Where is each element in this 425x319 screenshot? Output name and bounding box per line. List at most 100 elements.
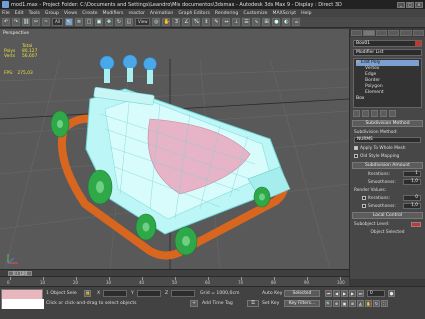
show-end-result-icon[interactable] xyxy=(362,110,369,117)
menu-animation[interactable]: Animation xyxy=(150,11,173,16)
maximize-button[interactable]: □ xyxy=(406,1,414,8)
menu-group[interactable]: Group xyxy=(45,11,59,16)
rollout-subdivision-amount[interactable]: Subdivision Amount xyxy=(352,162,423,169)
goto-end-icon[interactable]: ⏭ xyxy=(357,290,364,297)
reference-coordinate-dropdown[interactable]: View xyxy=(134,18,151,26)
play-icon[interactable]: ▶ xyxy=(341,290,348,297)
previous-frame-icon[interactable]: ◀ xyxy=(333,290,340,297)
create-tab[interactable] xyxy=(351,30,363,36)
rectangular-selection-icon[interactable]: □ xyxy=(84,18,93,26)
rollout-local-control[interactable]: Local Control xyxy=(352,212,423,219)
time-slider[interactable]: 0 / 100 xyxy=(0,269,349,276)
pivot-icon[interactable]: ◎ xyxy=(152,18,161,26)
maxscript-mini-listener[interactable] xyxy=(1,289,44,309)
x-coordinate-field[interactable] xyxy=(103,290,127,297)
render-smoothness-checkbox[interactable] xyxy=(362,204,366,208)
window-crossing-icon[interactable]: ▣ xyxy=(94,18,103,26)
percent-snap-icon[interactable]: % xyxy=(192,18,201,26)
object-name-field[interactable]: Box01 xyxy=(353,40,422,47)
modify-tab[interactable] xyxy=(363,30,375,36)
time-tag-icon[interactable]: + xyxy=(190,300,198,307)
add-time-tag[interactable]: Add Time Tag xyxy=(202,301,233,306)
goto-start-icon[interactable]: ⏮ xyxy=(325,290,332,297)
z-coordinate-field[interactable] xyxy=(171,290,195,297)
minimize-button[interactable]: _ xyxy=(397,1,405,8)
manipulate-icon[interactable]: ✋ xyxy=(162,18,171,26)
utilities-tab[interactable] xyxy=(412,30,424,36)
spinner-snap-icon[interactable]: ⇕ xyxy=(202,18,211,26)
track-bar[interactable]: 0 10 20 30 40 50 60 70 80 90 100 xyxy=(0,276,349,286)
menu-customize[interactable]: Customize xyxy=(243,11,267,16)
auto-key-mode-dropdown[interactable]: Selected xyxy=(284,290,320,297)
render-smoothness-spinner[interactable]: 1,0 xyxy=(403,203,421,209)
rollout-subdivision-method[interactable]: Subdivision Method xyxy=(352,120,423,127)
unlink-icon[interactable]: ✂ xyxy=(32,18,40,26)
selection-filter-dropdown[interactable]: All xyxy=(52,18,63,26)
remove-modifier-icon[interactable] xyxy=(380,110,387,117)
select-rotate-icon[interactable]: ↻ xyxy=(114,18,123,26)
hierarchy-tab[interactable] xyxy=(375,30,387,36)
menu-edit[interactable]: Edit xyxy=(15,11,24,16)
next-frame-icon[interactable]: ▶ xyxy=(349,290,356,297)
close-button[interactable]: × xyxy=(415,1,423,8)
render-setup-icon[interactable]: ◐ xyxy=(282,18,291,26)
select-scale-icon[interactable]: ◱ xyxy=(124,18,133,26)
render-iterations-spinner[interactable]: 0 xyxy=(403,195,421,201)
select-by-name-icon[interactable]: ≡ xyxy=(74,18,83,26)
lock-selection-icon[interactable]: 🔒 xyxy=(84,290,91,297)
menu-maxscript[interactable]: MAXScript xyxy=(272,11,296,16)
menu-reactor[interactable]: reactor xyxy=(128,11,144,16)
subdivision-method-dropdown[interactable]: NURMS xyxy=(354,137,421,143)
maximize-viewport-icon[interactable]: ⛶ xyxy=(381,300,388,307)
set-key-label[interactable]: Set Key xyxy=(262,301,279,306)
quick-render-icon[interactable]: ☕ xyxy=(292,18,301,26)
select-object-icon[interactable]: ↖ xyxy=(64,18,73,26)
align-icon[interactable]: ⊥ xyxy=(232,18,241,26)
layer-manager-icon[interactable]: ☰ xyxy=(242,18,251,26)
named-selection-icon[interactable]: ✎ xyxy=(212,18,221,26)
smoothness-spinner[interactable]: 1,0 xyxy=(403,179,421,185)
mirror-icon[interactable]: ⇔ xyxy=(222,18,231,26)
old-style-mapping-checkbox[interactable] xyxy=(354,154,358,158)
field-of-view-icon[interactable]: ◭ xyxy=(357,300,364,307)
make-unique-icon[interactable] xyxy=(371,110,378,117)
apply-whole-mesh-checkbox[interactable] xyxy=(354,146,358,150)
zoom-extents-all-icon[interactable]: ⊞ xyxy=(349,300,356,307)
angle-snap-icon[interactable]: ∠ xyxy=(182,18,191,26)
menu-graph-editors[interactable]: Graph Editors xyxy=(178,11,210,16)
zoom-extents-icon[interactable]: ▣ xyxy=(341,300,348,307)
menu-help[interactable]: Help xyxy=(301,11,311,16)
menu-views[interactable]: Views xyxy=(64,11,77,16)
zoom-icon[interactable]: 🔍 xyxy=(325,300,332,307)
undo-icon[interactable]: ↶ xyxy=(2,18,10,26)
snaps-toggle-icon[interactable]: 3 xyxy=(172,18,181,26)
link-icon[interactable]: ⛓ xyxy=(22,18,30,26)
pan-view-icon[interactable]: ✋ xyxy=(365,300,372,307)
material-editor-icon[interactable]: ● xyxy=(272,18,281,26)
stack-item-box[interactable]: Box xyxy=(356,96,419,102)
key-filters-button[interactable]: Key Filters... xyxy=(284,300,320,307)
object-color-swatch[interactable] xyxy=(415,41,421,46)
current-frame-field[interactable]: 0 xyxy=(367,290,385,297)
menu-modifiers[interactable]: Modifiers xyxy=(102,11,123,16)
menu-rendering[interactable]: Rendering xyxy=(215,11,238,16)
iterations-spinner[interactable]: 1 xyxy=(403,171,421,177)
zoom-all-icon[interactable]: ⊕ xyxy=(333,300,340,307)
set-key-button[interactable]: ⚿ xyxy=(247,300,259,307)
curve-editor-icon[interactable]: ∿ xyxy=(252,18,261,26)
pin-stack-icon[interactable] xyxy=(353,110,360,117)
configure-sets-icon[interactable] xyxy=(389,110,396,117)
menu-file[interactable]: File xyxy=(2,11,10,16)
bind-space-warp-icon[interactable]: ~ xyxy=(42,18,50,26)
perspective-viewport[interactable]: Perspective Total Polys 80,127 Verts 56,… xyxy=(0,29,349,269)
menu-create[interactable]: Create xyxy=(82,11,97,16)
motion-tab[interactable] xyxy=(387,30,400,36)
render-iterations-checkbox[interactable] xyxy=(362,196,366,200)
redo-icon[interactable]: ↷ xyxy=(12,18,20,26)
schematic-view-icon[interactable]: ⊞ xyxy=(262,18,271,26)
select-move-icon[interactable]: ✥ xyxy=(104,18,113,26)
display-tab[interactable] xyxy=(400,30,412,36)
viewport-label[interactable]: Perspective xyxy=(3,31,29,36)
menu-tools[interactable]: Tools xyxy=(29,11,40,16)
orbit-icon[interactable]: ↻ xyxy=(373,300,380,307)
